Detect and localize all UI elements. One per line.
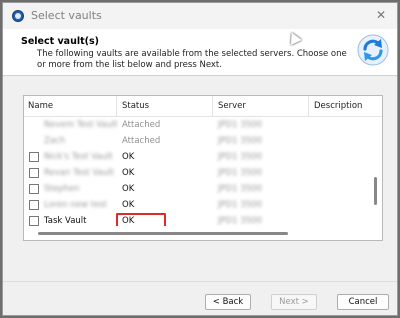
column-divider[interactable]: [212, 96, 213, 116]
vault-status: OK: [122, 200, 135, 210]
column-description[interactable]: Description: [314, 101, 362, 111]
footer-divider: [3, 281, 397, 282]
vault-name: Nick's Test Vault: [44, 152, 113, 162]
vertical-scroll-thumb[interactable]: [374, 177, 377, 205]
vault-server: JPD1 3500: [218, 184, 262, 194]
vault-server: JPD1 3500: [218, 120, 262, 130]
vault-name: Nevem Test Vault: [44, 120, 118, 130]
table-row[interactable]: Nick's Test Vault OK JPD1 3500: [24, 150, 372, 166]
select-vaults-dialog: Select vaults ✕ Select vault(s) The foll…: [2, 2, 398, 316]
vault-list[interactable]: Name Status Server Description Nevem Tes…: [23, 95, 383, 241]
vault-name: Revan Test Vault: [44, 168, 114, 178]
close-icon[interactable]: ✕: [373, 7, 389, 23]
horizontal-scroll-thumb[interactable]: [38, 232, 288, 235]
table-row[interactable]: Revan Test Vault OK JPD1 3500: [24, 166, 372, 182]
table-row[interactable]: Zach Attached JPD1 3500: [24, 134, 372, 150]
vault-name: Loren new test: [44, 200, 108, 210]
table-row[interactable]: Nevem Test Vault Attached JPD1 3500: [24, 118, 372, 134]
next-button[interactable]: Next >: [271, 294, 317, 310]
vault-server: JPD1 3500: [218, 200, 262, 210]
vault-name: Task Vault: [44, 216, 87, 226]
vault-server: JPD1 3500: [218, 152, 262, 162]
back-button[interactable]: < Back: [205, 294, 251, 310]
vault-name: Stephen: [44, 184, 80, 194]
table-row[interactable]: Loren new test OK JPD1 3500: [24, 198, 372, 214]
vault-checkbox[interactable]: [29, 216, 39, 226]
vault-status: OK: [122, 168, 135, 178]
page-description: The following vaults are available from …: [37, 49, 347, 70]
vault-status: OK: [122, 152, 135, 162]
column-divider[interactable]: [308, 96, 309, 116]
column-server[interactable]: Server: [218, 101, 246, 111]
vertical-scrollbar[interactable]: [371, 117, 381, 225]
vault-server: JPD1 3500: [218, 216, 262, 226]
vault-checkbox[interactable]: [29, 200, 39, 210]
column-name[interactable]: Name: [28, 101, 53, 111]
vault-checkbox[interactable]: [29, 152, 39, 162]
vault-status: Attached: [122, 120, 161, 130]
column-status[interactable]: Status: [122, 101, 149, 111]
vault-status: Attached: [122, 136, 161, 146]
vault-name: Zach: [44, 136, 66, 146]
vault-server: JPD1 3500: [218, 136, 262, 146]
table-row[interactable]: Stephen OK JPD1 3500: [24, 182, 372, 198]
title-bar: Select vaults ✕: [3, 3, 397, 29]
cancel-button[interactable]: Cancel: [337, 294, 389, 310]
vault-checkbox[interactable]: [29, 184, 39, 194]
vault-checkbox[interactable]: [29, 168, 39, 178]
wizard-header: Select vault(s) The following vaults are…: [3, 29, 397, 76]
window-title: Select vaults: [31, 9, 102, 22]
app-icon: [12, 10, 24, 22]
vault-server: JPD1 3500: [218, 168, 262, 178]
sync-arrows-icon: [357, 34, 389, 66]
list-header: Name Status Server Description: [24, 96, 382, 117]
column-divider[interactable]: [116, 96, 117, 116]
page-title: Select vault(s): [21, 36, 99, 47]
vault-status: OK: [122, 184, 135, 194]
horizontal-scrollbar[interactable]: [24, 226, 382, 240]
